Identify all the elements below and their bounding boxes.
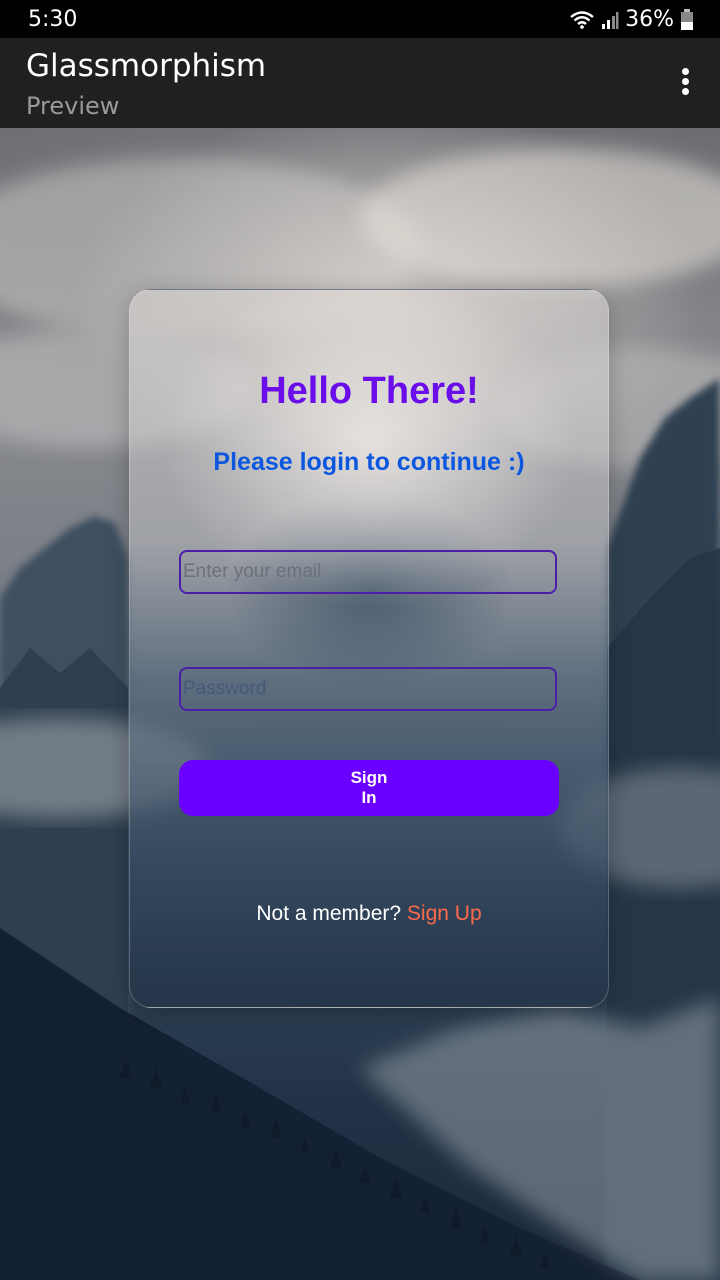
- status-time: 5:30: [28, 7, 78, 32]
- status-bar: 5:30 36%: [0, 0, 720, 38]
- sign-in-button[interactable]: Sign In: [179, 760, 559, 816]
- login-card: Hello There! Please login to continue :)…: [129, 289, 609, 1008]
- email-field[interactable]: [179, 550, 557, 594]
- password-input[interactable]: [181, 669, 555, 709]
- signal-icon: [601, 10, 619, 30]
- battery-level: 36%: [625, 7, 674, 32]
- login-title: Hello There!: [259, 370, 479, 412]
- not-a-member-text: Not a member?: [256, 902, 402, 925]
- more-vert-icon[interactable]: [672, 68, 698, 98]
- login-subtitle: Please login to continue :): [213, 448, 525, 476]
- app-subtitle: Preview: [26, 92, 120, 120]
- status-icons: 36%: [569, 7, 694, 32]
- wifi-icon: [569, 10, 595, 30]
- sign-in-label: Sign In: [350, 768, 388, 807]
- sign-up-link[interactable]: Sign Up: [407, 902, 482, 925]
- app-title: Glassmorphism: [26, 48, 267, 84]
- battery-icon: [680, 8, 694, 31]
- email-input[interactable]: [181, 552, 555, 592]
- password-field[interactable]: [179, 667, 557, 711]
- app-bar: Glassmorphism Preview: [0, 38, 720, 128]
- signup-prompt: Not a member? Sign Up: [130, 902, 608, 926]
